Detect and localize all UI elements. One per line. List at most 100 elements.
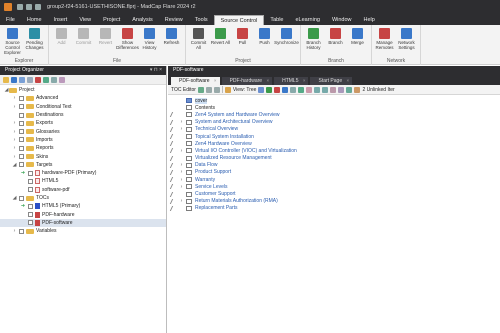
expand-arrow-icon[interactable]: ◢	[12, 195, 17, 201]
toc-entry-system-and-architectural-overview[interactable]: › System and Architectural Overview	[168, 119, 500, 126]
toc-entry-topical-system-installation[interactable]: Topical System Installation	[168, 133, 500, 140]
document-tab-pdf-software[interactable]: PDF-software ×	[171, 77, 220, 85]
link-icon[interactable]	[282, 86, 289, 93]
tree-item-pdf-hardware[interactable]: PDF-hardware	[0, 210, 166, 218]
copy-icon[interactable]	[27, 76, 33, 83]
panel-controls[interactable]: ▾ ⊓ ×	[150, 66, 162, 75]
new-item-icon[interactable]	[11, 76, 17, 83]
tree-item-exports[interactable]: › Exports	[0, 119, 166, 127]
expand-arrow-icon[interactable]: ›	[12, 228, 17, 234]
tab-elearning[interactable]: eLearning	[289, 15, 325, 25]
expand-arrow-icon[interactable]: ›	[179, 184, 184, 190]
view-mode-dropdown[interactable]: View: Tree	[233, 87, 257, 93]
unlinked-items-icon[interactable]	[354, 86, 361, 93]
toc-entry-zen4-hardware-overview[interactable]: Zen4 Hardware Overview	[168, 140, 500, 147]
expand-arrow-icon[interactable]: ›	[179, 169, 184, 175]
indent-icon[interactable]	[314, 86, 321, 93]
undo-icon[interactable]	[26, 3, 32, 10]
expand-arrow-icon[interactable]: ›	[12, 120, 17, 126]
tree-item-glossaries[interactable]: › Glossaries	[0, 127, 166, 135]
tree-item-imports[interactable]: › Imports	[0, 136, 166, 144]
move-up-icon[interactable]	[205, 86, 212, 93]
tab-home[interactable]: Home	[21, 15, 48, 25]
tab-table[interactable]: Table	[264, 15, 289, 25]
close-tab-icon[interactable]: ×	[303, 77, 306, 85]
expand-arrow-icon[interactable]: ›	[179, 126, 184, 132]
toc-entry-cover[interactable]: cover	[168, 97, 500, 104]
expand-arrow-icon[interactable]: ›	[12, 137, 17, 143]
tab-review[interactable]: Review	[159, 15, 189, 25]
toc-entry-return-materials-authorization-rma[interactable]: › Return Materials Authorization (RMA)	[168, 198, 500, 205]
tree-item-project[interactable]: ◢ Project	[0, 86, 166, 94]
expand-arrow-icon[interactable]: ◢	[12, 162, 17, 168]
collapse-icon[interactable]	[51, 76, 57, 83]
toc-entry-service-levels[interactable]: › Service Levels	[168, 183, 500, 190]
toc-entry-product-support[interactable]: › Product Support	[168, 169, 500, 176]
expand-arrow-icon[interactable]: ›	[12, 154, 17, 160]
expand-arrow-icon[interactable]: ›	[179, 148, 184, 154]
document-tab-html5[interactable]: HTML5 ×	[274, 77, 309, 85]
tab-file[interactable]: File	[0, 15, 21, 25]
tab-analysis[interactable]: Analysis	[126, 15, 158, 25]
tree-item-software-pdf[interactable]: software-pdf	[0, 186, 166, 194]
tree-item-hardware-pdf-primary[interactable]: ➜ hardware-PDF (Primary)	[0, 169, 166, 177]
redo-icon[interactable]	[35, 3, 41, 10]
tree-item-html5-primary[interactable]: ➜ HTML5 (Primary)	[0, 202, 166, 210]
filter-icon[interactable]	[59, 76, 65, 83]
expand-arrow-icon[interactable]: ›	[179, 198, 184, 204]
toc-entry-contents[interactable]: Contents	[168, 104, 500, 111]
toc-entry-replacement-parts[interactable]: Replacement Parts	[168, 205, 500, 212]
add-item-icon[interactable]	[266, 86, 273, 93]
view-icon[interactable]	[224, 86, 231, 93]
toc-entry-technical-overview[interactable]: › Technical Overview	[168, 126, 500, 133]
toc-entry-virtualized-resource-management[interactable]: Virtualized Resource Management	[168, 155, 500, 162]
expand-arrow-icon[interactable]: ›	[12, 104, 17, 110]
close-editor-icon[interactable]	[197, 86, 204, 93]
tree-item-pdf-software[interactable]: PDF-software	[0, 218, 166, 228]
tree-item-tocs[interactable]: ◢ TOCs	[0, 194, 166, 202]
collapse-all-icon[interactable]	[338, 86, 345, 93]
tab-tools[interactable]: Tools	[189, 15, 214, 25]
toc-entry-customer-support[interactable]: Customer Support	[168, 190, 500, 197]
toc-entry-warranty[interactable]: › Warranty	[168, 176, 500, 183]
delete-entry-icon[interactable]	[274, 86, 281, 93]
expand-arrow-icon[interactable]: ›	[179, 162, 184, 168]
tab-window[interactable]: Window	[326, 15, 358, 25]
unlinked-items-count[interactable]: 2 Unlinked Iter	[362, 87, 394, 93]
toc-entry-zen4-system-and-hardware-overview[interactable]: Zen4 System and Hardware Overview	[168, 111, 500, 118]
close-tab-icon[interactable]: ×	[266, 77, 269, 85]
properties-icon[interactable]	[306, 86, 313, 93]
unlink-icon[interactable]	[290, 86, 297, 93]
delete-icon[interactable]	[35, 76, 41, 83]
tab-help[interactable]: Help	[358, 15, 381, 25]
tree-item-destinations[interactable]: Destinations	[0, 111, 166, 119]
tree-item-conditional-text[interactable]: › Conditional Text	[0, 103, 166, 111]
close-tab-icon[interactable]: ×	[214, 77, 217, 85]
find-icon[interactable]	[346, 86, 353, 93]
tab-project[interactable]: Project	[97, 15, 126, 25]
expand-arrow-icon[interactable]: ›	[12, 95, 17, 101]
document-tab-pdf-hardware[interactable]: PDF-hardware ×	[221, 77, 273, 85]
expand-arrow-icon[interactable]: ›	[12, 145, 17, 151]
expand-arrow-icon[interactable]: ›	[179, 119, 184, 125]
tree-item-reports[interactable]: › Reports	[0, 144, 166, 152]
document-tab-start-page[interactable]: Start Page ×	[310, 77, 353, 85]
outdent-icon[interactable]	[322, 86, 329, 93]
sync-icon[interactable]	[298, 86, 305, 93]
tree-item-html5[interactable]: HTML5	[0, 177, 166, 185]
expand-all-icon[interactable]	[330, 86, 337, 93]
toc-entry-data-flow[interactable]: › Data Flow	[168, 162, 500, 169]
tree-item-targets[interactable]: ◢ Targets	[0, 161, 166, 169]
toc-entry-virtual-i-o-controller-vioc-and-virtualization[interactable]: › Virtual I/O Controller (VIOC) and Virtu…	[168, 147, 500, 154]
open-folder-icon[interactable]	[3, 76, 9, 83]
tab-insert[interactable]: Insert	[48, 15, 74, 25]
expand-arrow-icon[interactable]: ›	[12, 129, 17, 135]
tab-view[interactable]: View	[73, 15, 97, 25]
tree-item-skins[interactable]: › Skins	[0, 152, 166, 160]
tree-item-advanced[interactable]: › Advanced	[0, 94, 166, 102]
add-book-icon[interactable]	[258, 86, 265, 93]
refresh-icon[interactable]	[43, 76, 49, 83]
tree-item-variables[interactable]: › Variables	[0, 227, 166, 235]
tab-source-control[interactable]: Source Control	[213, 15, 265, 25]
move-down-icon[interactable]	[213, 86, 220, 93]
